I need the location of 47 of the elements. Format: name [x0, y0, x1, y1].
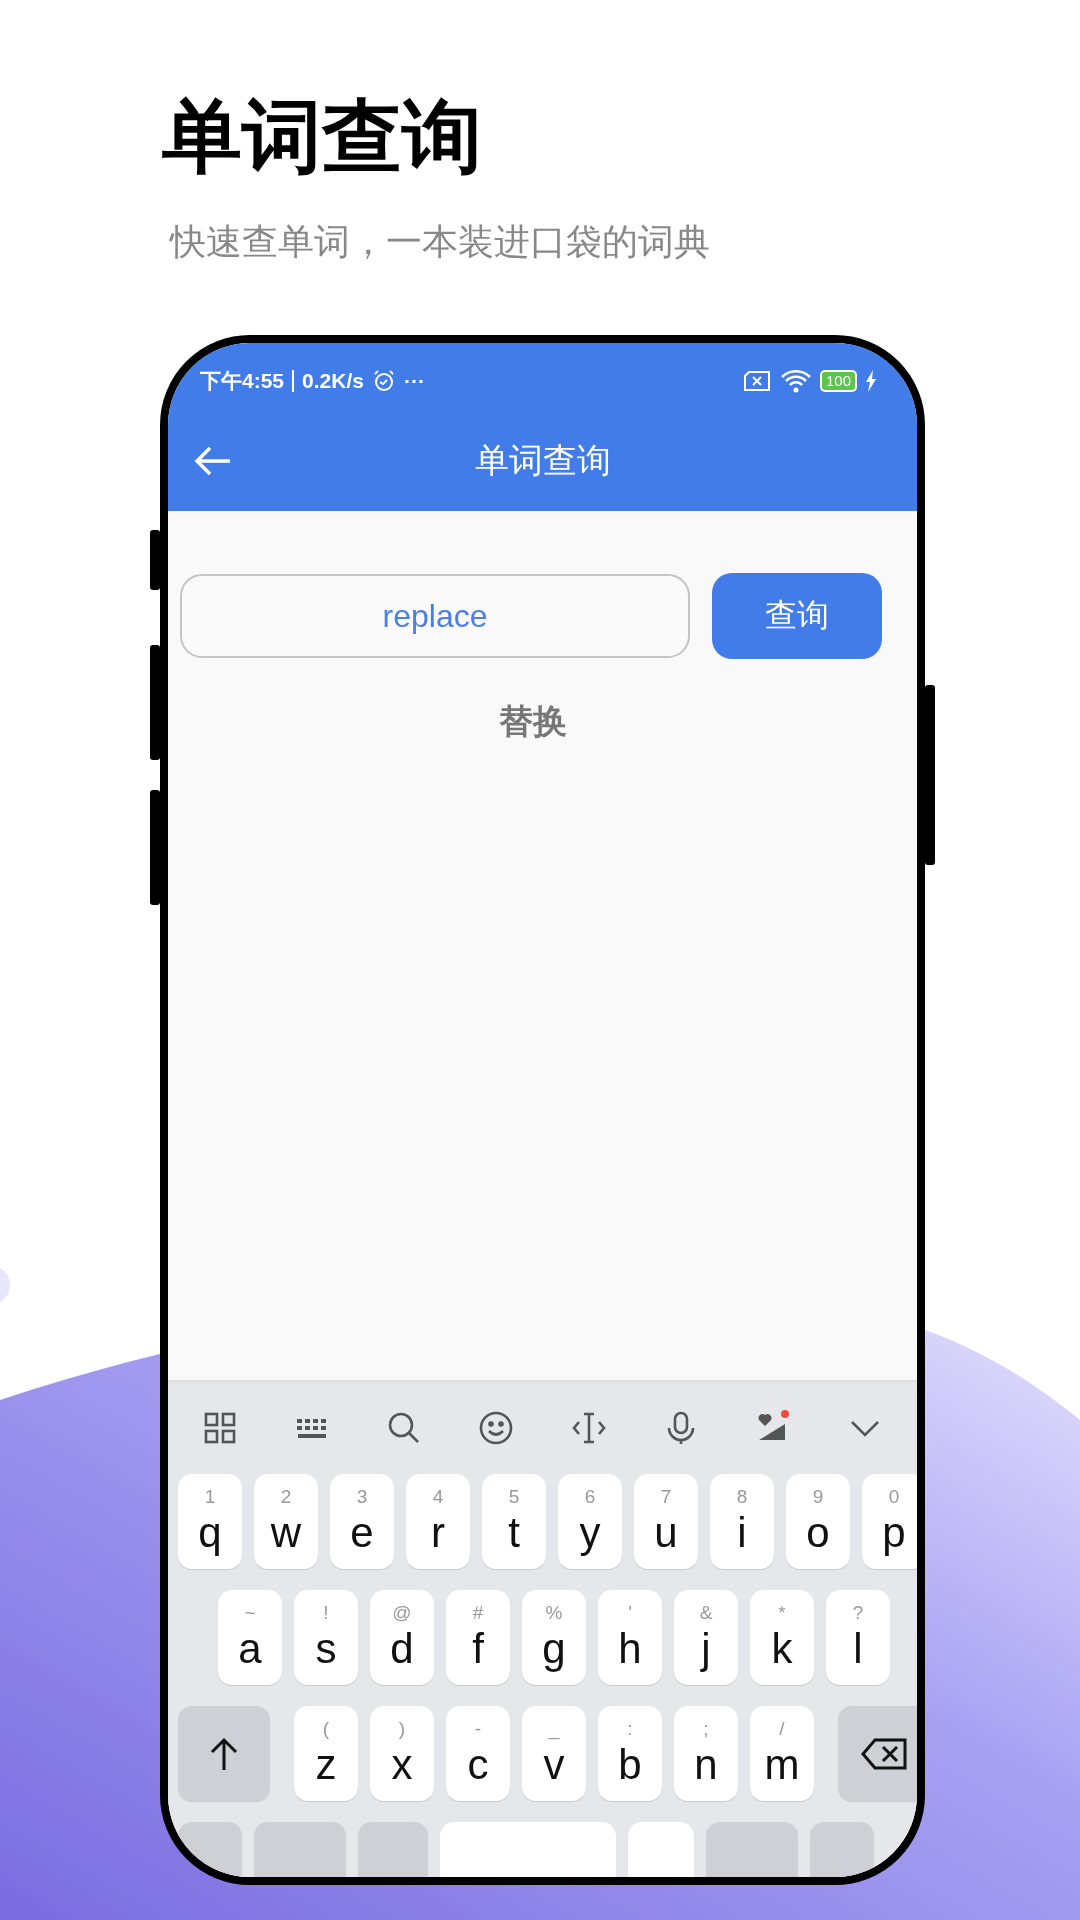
- keyboard-key[interactable]: : b: [598, 1706, 662, 1801]
- keyboard-key[interactable]: # f: [446, 1590, 510, 1685]
- page-subtitle: 快速查单词，一本装进口袋的词典: [170, 220, 710, 264]
- keyboard-key[interactable]: & j: [674, 1590, 738, 1685]
- keyboard-key[interactable]: 9 o: [786, 1474, 850, 1569]
- keyboard-key[interactable]: 2 w: [254, 1474, 318, 1569]
- keyboard-key[interactable]: ! s: [294, 1590, 358, 1685]
- up-arrow-icon: [209, 1736, 239, 1771]
- cursor-icon[interactable]: [570, 1410, 607, 1446]
- keyboard-key[interactable]: 6 y: [558, 1474, 622, 1569]
- keyboard-key[interactable]: 7 u: [634, 1474, 698, 1569]
- smiley-icon[interactable]: [478, 1410, 515, 1446]
- keyboard-key[interactable]: 4 r: [406, 1474, 470, 1569]
- page-title: 单词查询: [162, 92, 482, 182]
- keyboard-key[interactable]: - c: [446, 1706, 510, 1801]
- more-indicator: ···: [403, 369, 425, 393]
- function-key[interactable]: [810, 1822, 874, 1877]
- search-button[interactable]: 查询: [712, 573, 882, 659]
- keyboard-key[interactable]: ~ a: [218, 1590, 282, 1685]
- battery-indicator: 100: [819, 370, 857, 392]
- keyboard-key[interactable]: 5 t: [482, 1474, 546, 1569]
- status-time: 下午4:55: [200, 368, 285, 394]
- charging-icon: [865, 370, 877, 392]
- keyboard-key[interactable]: 3 e: [330, 1474, 394, 1569]
- keyboard-key[interactable]: ? l: [826, 1590, 890, 1685]
- delete-key[interactable]: [838, 1706, 917, 1801]
- back-arrow-icon[interactable]: [194, 445, 232, 477]
- keyboard-key[interactable]: 8 i: [710, 1474, 774, 1569]
- app-title: 单词查询: [474, 440, 611, 481]
- shift-key[interactable]: [178, 1706, 270, 1801]
- network-speed: 0.2K/s: [302, 369, 364, 393]
- keyboard-key[interactable]: _ v: [522, 1706, 586, 1801]
- keyboard-key[interactable]: @ d: [370, 1590, 434, 1685]
- backspace-icon: [861, 1737, 907, 1770]
- sim-icon: [741, 370, 772, 392]
- wifi-icon: [779, 368, 812, 394]
- keyboard-key[interactable]: % g: [522, 1590, 586, 1685]
- keyboard-key[interactable]: ' h: [598, 1590, 662, 1685]
- keyboard-key[interactable]: ; n: [674, 1706, 738, 1801]
- keyboard-key[interactable]: 1 q: [178, 1474, 242, 1569]
- keyboard-key[interactable]: ( z: [294, 1706, 358, 1801]
- keyboard-key[interactable]: * k: [750, 1590, 814, 1685]
- keyboard-key[interactable]: ) x: [370, 1706, 434, 1801]
- word-input-field[interactable]: replace: [180, 574, 690, 658]
- keyboard-key[interactable]: / m: [750, 1706, 814, 1801]
- keyboard-key[interactable]: 0 p: [862, 1474, 917, 1569]
- translation-text: 替换: [498, 701, 567, 742]
